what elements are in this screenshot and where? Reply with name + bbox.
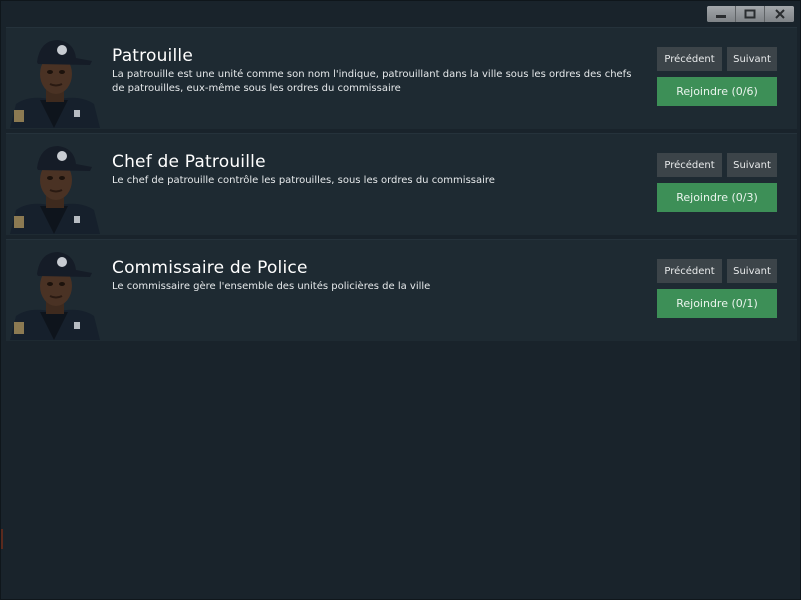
previous-button[interactable]: Précédent <box>657 47 722 71</box>
close-button[interactable] <box>765 6 794 22</box>
next-button[interactable]: Suivant <box>727 47 777 71</box>
minimize-icon <box>716 15 726 18</box>
job-title: Chef de Patrouille <box>112 152 266 172</box>
previous-button[interactable]: Précédent <box>657 153 722 177</box>
edge-artifact <box>1 529 3 549</box>
police-officer-portrait <box>10 30 100 128</box>
previous-button[interactable]: Précédent <box>657 259 722 283</box>
next-button[interactable]: Suivant <box>727 259 777 283</box>
job-title: Commissaire de Police <box>112 258 308 278</box>
job-list: Patrouille La patrouille est une unité c… <box>6 27 797 345</box>
job-card-patrouille: Patrouille La patrouille est une unité c… <box>6 27 797 129</box>
join-button[interactable]: Rejoindre (0/3) <box>657 183 777 212</box>
job-description: Le commissaire gère l'ensemble des unité… <box>112 281 431 292</box>
window-controls <box>707 6 794 22</box>
job-card-commissaire-de-police: Commissaire de Police Le commissaire gèr… <box>6 239 797 341</box>
job-title: Patrouille <box>112 46 193 66</box>
police-officer-portrait <box>10 242 100 340</box>
job-card-chef-de-patrouille: Chef de Patrouille Le chef de patrouille… <box>6 133 797 235</box>
join-button[interactable]: Rejoindre (0/6) <box>657 77 777 106</box>
close-icon <box>774 9 785 19</box>
maximize-icon <box>744 9 756 19</box>
join-button[interactable]: Rejoindre (0/1) <box>657 289 777 318</box>
job-description: La patrouille est une unité comme son no… <box>112 69 632 94</box>
next-button[interactable]: Suivant <box>727 153 777 177</box>
job-description: Le chef de patrouille contrôle les patro… <box>112 175 495 186</box>
maximize-button[interactable] <box>736 6 765 22</box>
job-selection-window: Patrouille La patrouille est une unité c… <box>0 0 801 600</box>
police-officer-portrait <box>10 136 100 234</box>
minimize-button[interactable] <box>707 6 736 22</box>
